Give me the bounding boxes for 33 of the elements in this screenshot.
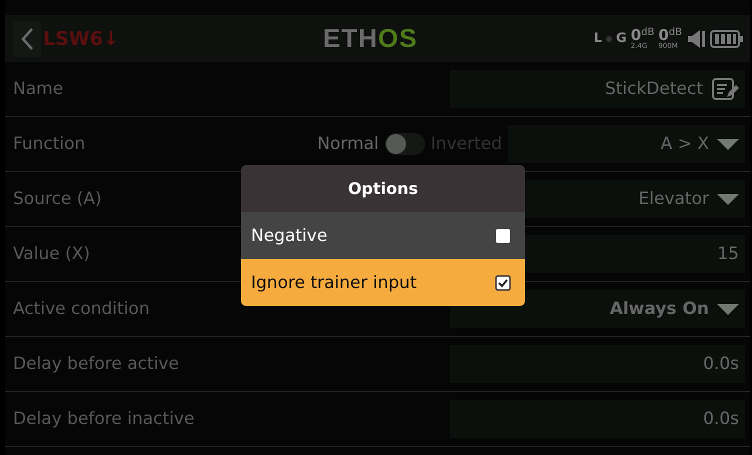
field-label: Name [13, 79, 64, 99]
back-button[interactable] [13, 20, 41, 56]
toggle-switch[interactable] [384, 133, 425, 155]
toggle-option: Normal [317, 134, 379, 154]
rx-label: L [594, 31, 602, 46]
number-field[interactable]: 0.0s [450, 400, 745, 438]
dialog-title: Options [346, 178, 420, 200]
caret-icon [717, 193, 739, 205]
text-field[interactable]: StickDetect [450, 70, 745, 108]
edit-icon [711, 77, 739, 101]
field-label: Value (X) [13, 244, 90, 264]
gps-label: G [616, 31, 627, 46]
logo-text: ETHOS [323, 23, 418, 54]
checkbox[interactable] [495, 228, 511, 244]
dot-icon [606, 36, 612, 42]
option-item[interactable]: Ignore trainer input [241, 259, 525, 306]
field-label: Delay before active [13, 354, 179, 374]
battery-icon [710, 30, 744, 48]
field-label: Function [13, 134, 86, 154]
dropdown-value: Always On [610, 299, 709, 319]
field-label: Delay before inactive [13, 409, 194, 429]
dropdown[interactable]: A > X [508, 125, 745, 163]
checkbox[interactable] [495, 274, 511, 290]
chevron-left-icon [20, 26, 34, 50]
number-field[interactable]: 0.0s [450, 345, 745, 383]
field-label: Active condition [13, 299, 150, 319]
caret-icon [717, 138, 739, 150]
screen-title: LSW6↓ [43, 28, 120, 50]
field-label: Source (A) [13, 189, 102, 209]
option-item[interactable]: Negative [241, 212, 525, 259]
dropdown-value: Elevator [638, 189, 709, 209]
caret-icon [717, 303, 739, 315]
speaker-icon [686, 28, 706, 48]
